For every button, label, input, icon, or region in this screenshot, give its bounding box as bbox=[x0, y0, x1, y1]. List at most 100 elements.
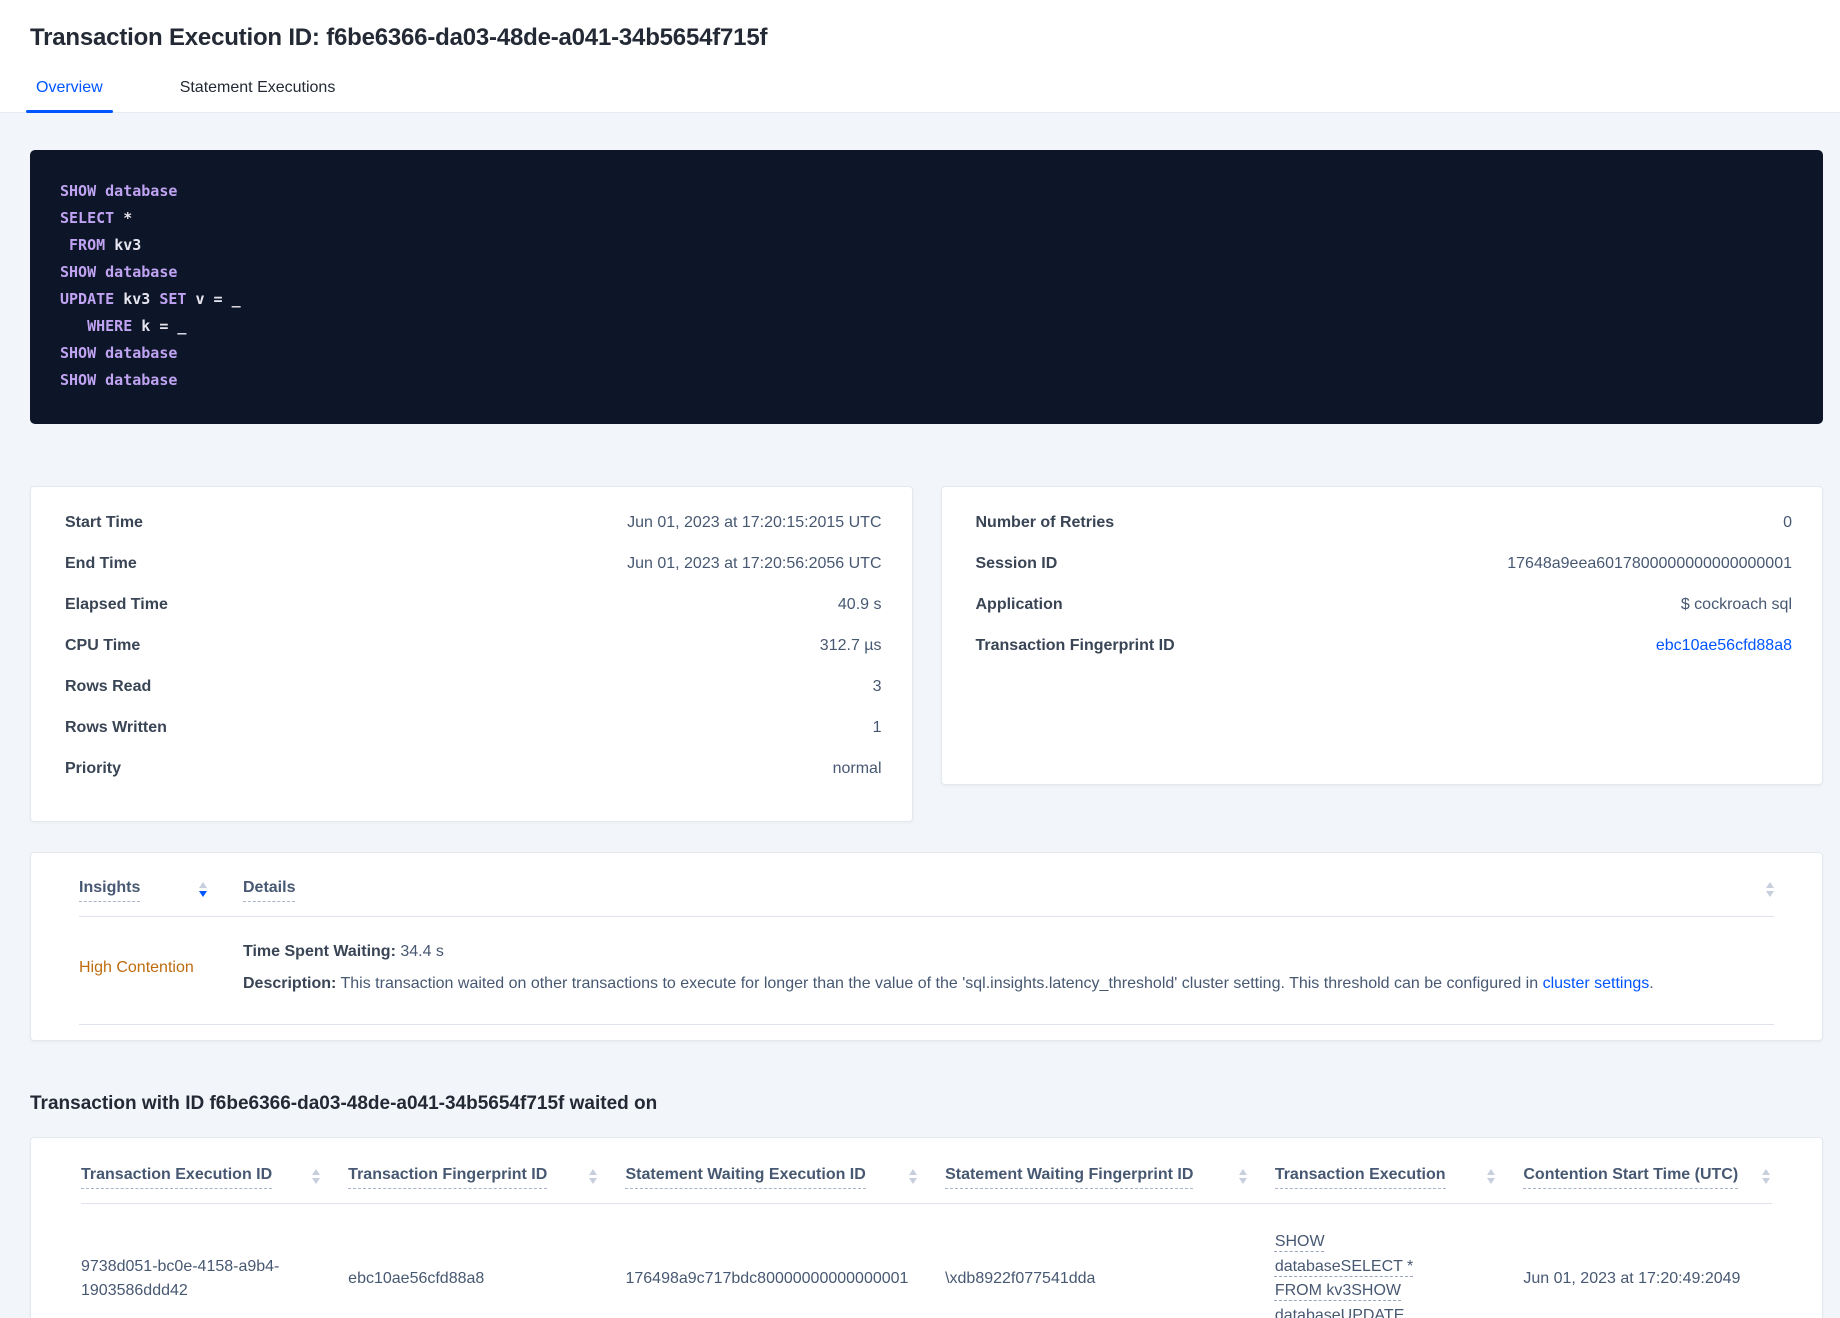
sort-up-icon bbox=[1487, 1168, 1496, 1175]
cell-txn_fingerprint_id: ebc10ae56cfd88a8 bbox=[348, 1230, 625, 1318]
description-text: This transaction waited on other transac… bbox=[336, 975, 1543, 993]
summary-row: Start Time Jun 01, 2023 at 17:20:15:2015 … bbox=[65, 514, 882, 555]
sort-up-icon bbox=[312, 1168, 321, 1175]
sort-down-icon bbox=[1238, 1177, 1247, 1184]
summary-card-left: Start Time Jun 01, 2023 at 17:20:15:2015 … bbox=[30, 486, 913, 822]
sort-arrows-icon bbox=[1761, 1168, 1770, 1184]
column-header-label: Insights bbox=[79, 879, 141, 902]
sql-line: SHOW database bbox=[60, 367, 1795, 394]
summary-label: Number of Retries bbox=[975, 514, 1115, 531]
description-suffix: . bbox=[1649, 975, 1654, 993]
column-header-stmt_waiting_fingerprint_id[interactable]: Statement Waiting Fingerprint ID bbox=[945, 1166, 1275, 1189]
sql-text: k bbox=[141, 317, 151, 335]
sort-arrows-icon bbox=[1487, 1168, 1496, 1184]
column-header-label: Statement Waiting Fingerprint ID bbox=[945, 1166, 1194, 1189]
summary-cards-row: Start Time Jun 01, 2023 at 17:20:15:2015 … bbox=[30, 486, 1823, 822]
sort-down-icon bbox=[1761, 1177, 1770, 1184]
waited-on-card: Transaction Execution ID Transaction Fing… bbox=[30, 1136, 1823, 1318]
cell-text: Jun 01, 2023 at 17:20:49:2049 bbox=[1523, 1269, 1741, 1287]
summary-value: 40.9 s bbox=[837, 596, 882, 613]
summary-label: End Time bbox=[65, 555, 137, 572]
sql-keyword: SHOW bbox=[60, 263, 97, 281]
sort-arrows-icon bbox=[589, 1168, 598, 1184]
cell-text: ebc10ae56cfd88a8 bbox=[348, 1269, 485, 1287]
sql-keyword: WHERE bbox=[87, 317, 133, 335]
column-header-transaction_execution[interactable]: Transaction Execution bbox=[1274, 1166, 1524, 1189]
sql-text: = _ bbox=[150, 317, 187, 335]
sql-line: SELECT * bbox=[60, 205, 1795, 232]
sort-down-icon bbox=[312, 1177, 321, 1184]
column-header-insights[interactable]: Insights bbox=[79, 879, 243, 902]
sql-text: = _ bbox=[204, 290, 241, 308]
cell-txn_execution_id: 9738d051-bc0e-4158-a9b4-1903586ddd42 bbox=[81, 1230, 348, 1318]
transaction-fingerprint-link[interactable]: ebc10ae56cfd88a8 bbox=[1656, 637, 1792, 655]
sql-keyword: FROM bbox=[69, 236, 106, 254]
summary-value: Jun 01, 2023 at 17:20:56:2056 UTC bbox=[627, 555, 882, 572]
page-header: Transaction Execution ID: f6be6366-da03-… bbox=[0, 0, 1840, 113]
cell-text: \xdb8922f077541dda bbox=[945, 1269, 1096, 1287]
sort-down-icon bbox=[199, 891, 207, 897]
sql-line: FROM kv3 bbox=[60, 232, 1795, 259]
summary-row: Number of Retries 0 bbox=[976, 514, 1793, 555]
cluster-settings-link[interactable]: cluster settings bbox=[1543, 975, 1650, 992]
sort-arrows-icon[interactable] bbox=[1766, 882, 1774, 897]
sql-keyword: database bbox=[105, 182, 178, 200]
summary-row: Rows Read 3 bbox=[65, 678, 882, 719]
insight-details: Time Spent Waiting: 34.4 s Description: … bbox=[243, 941, 1774, 996]
summary-row: Transaction Fingerprint ID ebc10ae56cfd88… bbox=[976, 637, 1793, 678]
column-header-label: Statement Waiting Execution ID bbox=[625, 1166, 866, 1189]
sql-text: * bbox=[123, 209, 133, 227]
summary-row: Priority normal bbox=[65, 760, 882, 801]
insights-table-header: Insights Details bbox=[79, 853, 1774, 917]
summary-value: 17648a9eea6017800000000000000001 bbox=[1507, 555, 1792, 572]
column-header-txn_execution_id[interactable]: Transaction Execution ID bbox=[81, 1166, 348, 1189]
column-header-txn_fingerprint_id[interactable]: Transaction Fingerprint ID bbox=[348, 1166, 625, 1189]
column-header-contention_start_time[interactable]: Contention Start Time (UTC) bbox=[1523, 1166, 1772, 1189]
sql-keyword: SELECT bbox=[60, 209, 115, 227]
sql-line: SHOW database bbox=[60, 178, 1795, 205]
summary-value: 3 bbox=[872, 678, 882, 695]
summary-label: Rows Written bbox=[65, 719, 167, 736]
summary-value: 1 bbox=[872, 719, 882, 736]
tabs: Overview Statement Executions bbox=[26, 79, 1810, 113]
time-spent-waiting-label: Time Spent Waiting: bbox=[243, 943, 396, 960]
cell-stmt_waiting_execution_id: 176498a9c717bdc80000000000000001 bbox=[625, 1230, 945, 1318]
sort-down-icon bbox=[589, 1177, 598, 1184]
sql-text: kv3 bbox=[114, 236, 142, 254]
summary-card-right: Number of Retries 0 Session ID 17648a9eea60… bbox=[940, 486, 1823, 785]
sort-up-icon bbox=[589, 1168, 598, 1175]
insights-card: Insights Details High Contention Time Sp… bbox=[30, 852, 1823, 1041]
column-header-details[interactable]: Details bbox=[243, 879, 296, 902]
summary-label: Start Time bbox=[65, 514, 143, 531]
sql-keyword: SHOW bbox=[60, 371, 97, 389]
sort-up-icon bbox=[199, 882, 207, 888]
sql-line: SHOW database bbox=[60, 340, 1795, 367]
summary-row: Session ID 17648a9eea60178000000000000000… bbox=[976, 555, 1793, 596]
column-header-label: Transaction Fingerprint ID bbox=[348, 1166, 548, 1189]
tab-overview[interactable]: Overview bbox=[26, 79, 113, 113]
summary-row: Rows Written 1 bbox=[65, 719, 882, 760]
sql-keyword: database bbox=[105, 344, 178, 362]
sql-keyword: SET bbox=[159, 290, 187, 308]
summary-value: 0 bbox=[1783, 514, 1792, 531]
sql-keyword: database bbox=[105, 371, 178, 389]
transaction-execution-link[interactable]: SHOW databaseSELECT * FROM kv3SHOW datab… bbox=[1275, 1230, 1447, 1318]
sort-arrows-icon bbox=[312, 1168, 321, 1184]
tab-statement-executions[interactable]: Statement Executions bbox=[180, 79, 336, 112]
summary-value: Jun 01, 2023 at 17:20:15:2015 UTC bbox=[627, 514, 882, 531]
time-spent-waiting-value: 34.4 s bbox=[395, 943, 444, 960]
column-header-stmt_waiting_execution_id[interactable]: Statement Waiting Execution ID bbox=[625, 1166, 945, 1189]
sort-up-icon bbox=[909, 1168, 918, 1175]
summary-label: CPU Time bbox=[65, 637, 141, 654]
sort-up-icon bbox=[1761, 1168, 1770, 1175]
sort-down-icon bbox=[1487, 1177, 1496, 1184]
waited-on-heading: Transaction with ID f6be6366-da03-48de-a… bbox=[30, 1092, 658, 1114]
